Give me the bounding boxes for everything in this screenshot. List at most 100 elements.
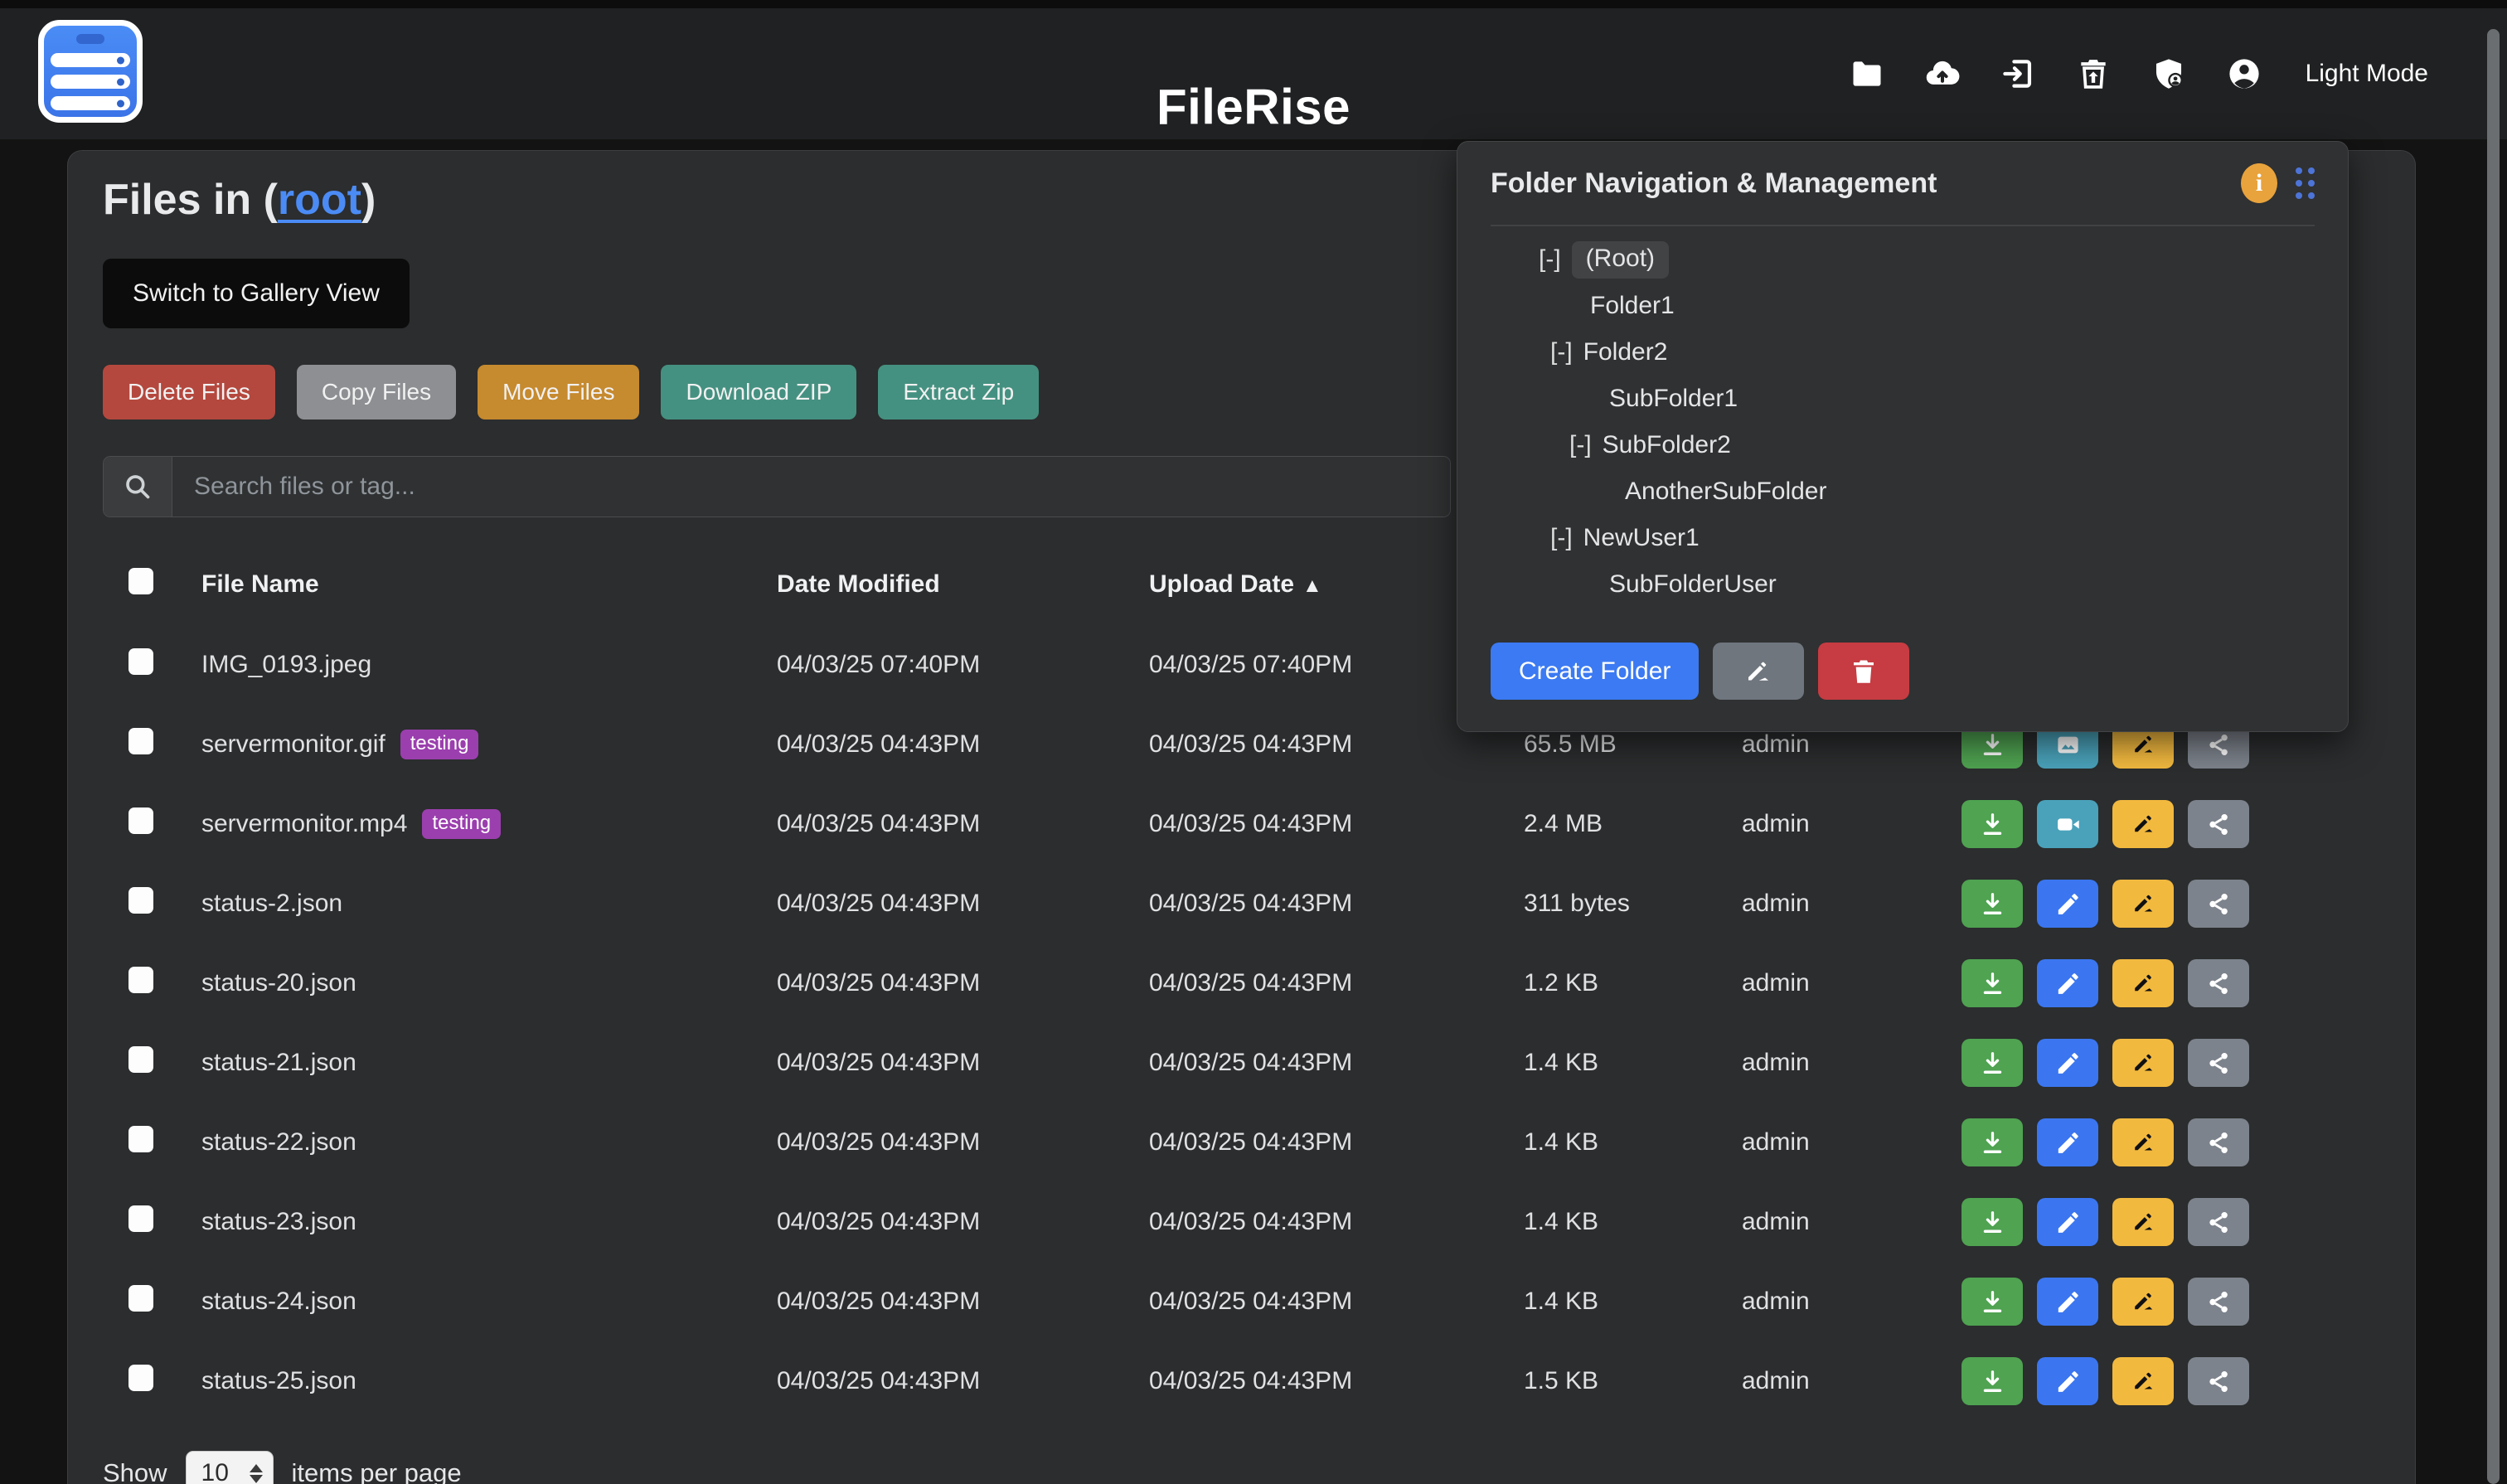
share-button[interactable] <box>2188 1118 2249 1166</box>
download-button[interactable] <box>1961 1039 2023 1087</box>
file-name: status-22.json <box>201 1128 356 1157</box>
download-button[interactable] <box>1961 1278 2023 1326</box>
tree-item-subfolderuser[interactable]: SubFolderUser <box>1491 561 2315 608</box>
upload-date: 04/03/25 04:43PM <box>1149 1128 1524 1157</box>
edit-button[interactable] <box>2037 1278 2098 1326</box>
tree-item-subfolder1[interactable]: SubFolder1 <box>1491 376 2315 422</box>
uploader: admin <box>1742 969 1961 997</box>
trash-restore-icon[interactable] <box>2074 55 2113 94</box>
copy-files-button[interactable]: Copy Files <box>297 365 456 419</box>
download-button[interactable] <box>1961 959 2023 1007</box>
select-all-checkbox[interactable] <box>129 568 153 594</box>
uploader: admin <box>1742 1128 1961 1157</box>
download-button[interactable] <box>1961 1357 2023 1405</box>
row-checkbox[interactable] <box>129 648 153 675</box>
row-checkbox[interactable] <box>129 1205 153 1232</box>
edit-button[interactable] <box>2037 1039 2098 1087</box>
row-checkbox[interactable] <box>129 1046 153 1073</box>
rename-folder-button[interactable] <box>1713 643 1804 700</box>
create-folder-button[interactable]: Create Folder <box>1491 643 1699 700</box>
rename-button[interactable] <box>2112 1278 2174 1326</box>
shield-admin-icon[interactable] <box>2150 55 2189 94</box>
folder-label[interactable]: (Root) <box>1572 241 1669 279</box>
light-mode-toggle[interactable]: Light Mode <box>2306 60 2428 88</box>
row-checkbox[interactable] <box>129 1365 153 1391</box>
file-name: status-21.json <box>201 1049 356 1077</box>
panel-title: Folder Navigation & Management <box>1491 167 2241 200</box>
share-button[interactable] <box>2188 800 2249 848</box>
items-per-page-select[interactable]: 10 <box>186 1451 274 1484</box>
share-button[interactable] <box>2188 959 2249 1007</box>
share-button[interactable] <box>2188 1357 2249 1405</box>
rename-button[interactable] <box>2112 1357 2174 1405</box>
edit-button[interactable] <box>2037 1357 2098 1405</box>
rename-button[interactable] <box>2112 800 2174 848</box>
drag-handle-icon[interactable] <box>2296 167 2315 199</box>
extract-zip-button[interactable]: Extract Zip <box>878 365 1039 419</box>
share-button[interactable] <box>2188 1039 2249 1087</box>
download-button[interactable] <box>1961 1118 2023 1166</box>
cloud-upload-icon[interactable] <box>1923 55 1962 94</box>
sign-in-icon[interactable] <box>1999 55 2038 94</box>
rename-button[interactable] <box>2112 880 2174 928</box>
column-header-file-name[interactable]: File Name <box>201 570 777 599</box>
share-button[interactable] <box>2188 1278 2249 1326</box>
page-scrollbar[interactable] <box>2487 29 2500 1484</box>
rename-button[interactable] <box>2112 1039 2174 1087</box>
date-modified: 04/03/25 04:43PM <box>777 1288 1149 1316</box>
folder-label[interactable]: SubFolderUser <box>1609 570 1777 599</box>
folder-label[interactable]: Folder1 <box>1590 292 1675 320</box>
info-icon[interactable]: i <box>2241 163 2277 203</box>
row-checkbox[interactable] <box>129 967 153 993</box>
folder-label[interactable]: Folder2 <box>1583 338 1668 366</box>
folder-label[interactable]: NewUser1 <box>1583 524 1700 552</box>
edit-button[interactable] <box>2037 959 2098 1007</box>
row-checkbox[interactable] <box>129 1285 153 1312</box>
video-button[interactable] <box>2037 800 2098 848</box>
folder-label[interactable]: AnotherSubFolder <box>1625 478 1827 506</box>
collapse-toggle[interactable]: [-] <box>1550 338 1573 366</box>
row-checkbox[interactable] <box>129 807 153 834</box>
edit-button[interactable] <box>2037 1198 2098 1246</box>
folder-label[interactable]: SubFolder1 <box>1609 385 1738 413</box>
account-icon[interactable] <box>2225 55 2264 94</box>
edit-button[interactable] <box>2037 880 2098 928</box>
logo-bar <box>51 96 130 110</box>
tree-item-folder2[interactable]: [-] Folder2 <box>1491 329 2315 376</box>
upload-date: 04/03/25 04:43PM <box>1149 969 1524 997</box>
share-button[interactable] <box>2188 880 2249 928</box>
share-button[interactable] <box>2188 1198 2249 1246</box>
rename-button[interactable] <box>2112 1118 2174 1166</box>
tree-item-folder1[interactable]: Folder1 <box>1491 283 2315 329</box>
row-actions <box>1961 1198 2380 1246</box>
download-button[interactable] <box>1961 880 2023 928</box>
row-checkbox[interactable] <box>129 887 153 914</box>
collapse-toggle[interactable]: [-] <box>1539 245 1561 274</box>
download-zip-button[interactable]: Download ZIP <box>661 365 856 419</box>
download-button[interactable] <box>1961 800 2023 848</box>
file-name: servermonitor.mp4 <box>201 810 407 838</box>
tree-item-root[interactable]: [-] (Root) <box>1491 236 2315 283</box>
switch-gallery-view-button[interactable]: Switch to Gallery View <box>103 259 410 328</box>
logo-bar <box>51 75 130 89</box>
row-checkbox[interactable] <box>129 1126 153 1152</box>
column-header-date-modified[interactable]: Date Modified <box>777 570 1149 599</box>
collapse-toggle[interactable]: [-] <box>1550 524 1573 552</box>
filerise-logo[interactable] <box>38 20 143 123</box>
folder-icon[interactable] <box>1848 55 1887 94</box>
rename-button[interactable] <box>2112 1198 2174 1246</box>
delete-files-button[interactable]: Delete Files <box>103 365 275 419</box>
root-folder-link[interactable]: root <box>278 176 361 224</box>
row-checkbox[interactable] <box>129 728 153 754</box>
download-button[interactable] <box>1961 1198 2023 1246</box>
rename-button[interactable] <box>2112 959 2174 1007</box>
search-input[interactable] <box>172 457 1450 516</box>
tree-item-anothersubfolder[interactable]: AnotherSubFolder <box>1491 468 2315 515</box>
delete-folder-button[interactable] <box>1818 643 1909 700</box>
folder-label[interactable]: SubFolder2 <box>1603 431 1731 459</box>
collapse-toggle[interactable]: [-] <box>1569 431 1592 459</box>
tree-item-subfolder2[interactable]: [-] SubFolder2 <box>1491 422 2315 468</box>
edit-button[interactable] <box>2037 1118 2098 1166</box>
move-files-button[interactable]: Move Files <box>478 365 639 419</box>
tree-item-newuser1[interactable]: [-] NewUser1 <box>1491 515 2315 561</box>
